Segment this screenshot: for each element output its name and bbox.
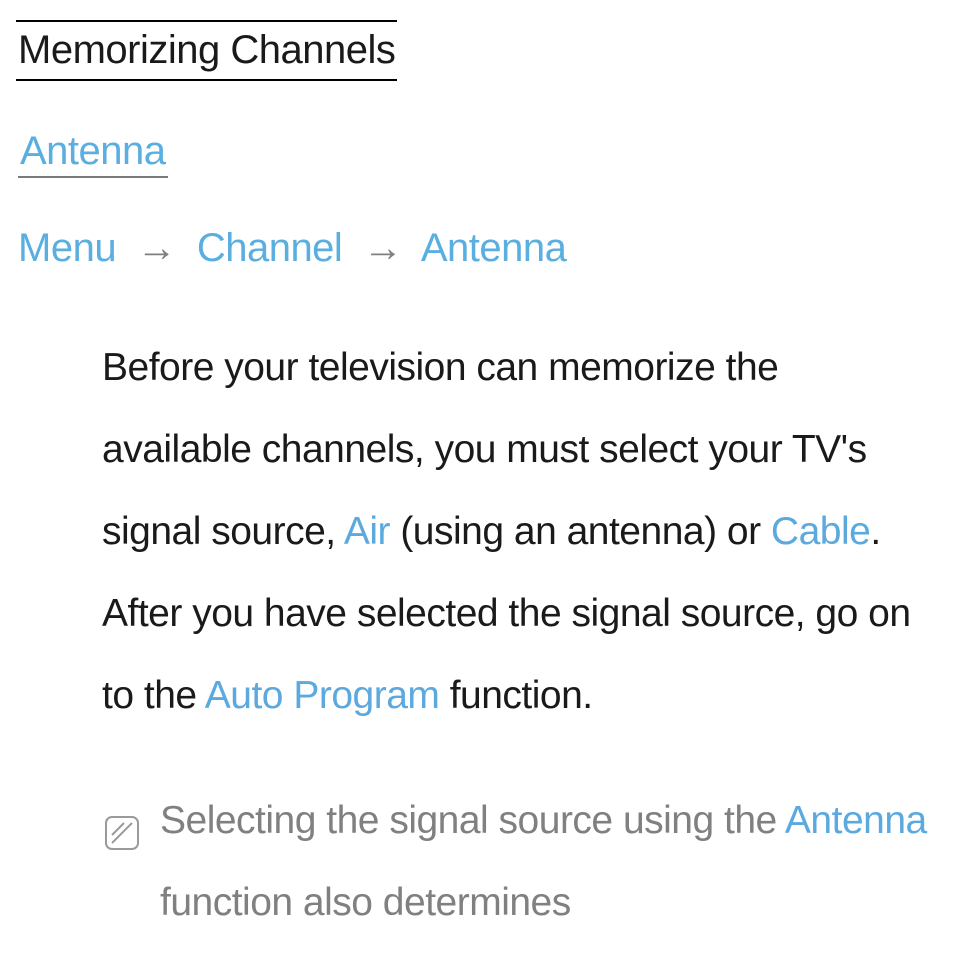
breadcrumb-item-antenna: Antenna bbox=[421, 226, 567, 270]
term-auto-program: Auto Program bbox=[205, 674, 440, 717]
page-title: Memorizing Channels bbox=[16, 20, 397, 81]
breadcrumb-item-channel: Channel bbox=[197, 226, 343, 270]
note-paragraph: Selecting the signal source using the An… bbox=[102, 780, 928, 944]
body-paragraph: Before your television can memorize the … bbox=[102, 327, 928, 736]
note-icon bbox=[102, 800, 142, 840]
breadcrumb-item-menu: Menu bbox=[18, 226, 116, 270]
term-air: Air bbox=[344, 510, 390, 553]
breadcrumb: Menu → Channel → Antenna bbox=[18, 226, 938, 271]
term-antenna: Antenna bbox=[785, 799, 927, 842]
term-cable: Cable bbox=[771, 510, 870, 553]
note-text: function also determines bbox=[160, 881, 571, 924]
body-text: function. bbox=[439, 674, 592, 717]
breadcrumb-separator: → bbox=[137, 226, 177, 270]
note-text: Selecting the signal source using the bbox=[160, 799, 785, 842]
section-heading: Antenna bbox=[18, 129, 168, 178]
body-text: (using an antenna) or bbox=[390, 510, 771, 553]
breadcrumb-separator: → bbox=[363, 226, 403, 270]
